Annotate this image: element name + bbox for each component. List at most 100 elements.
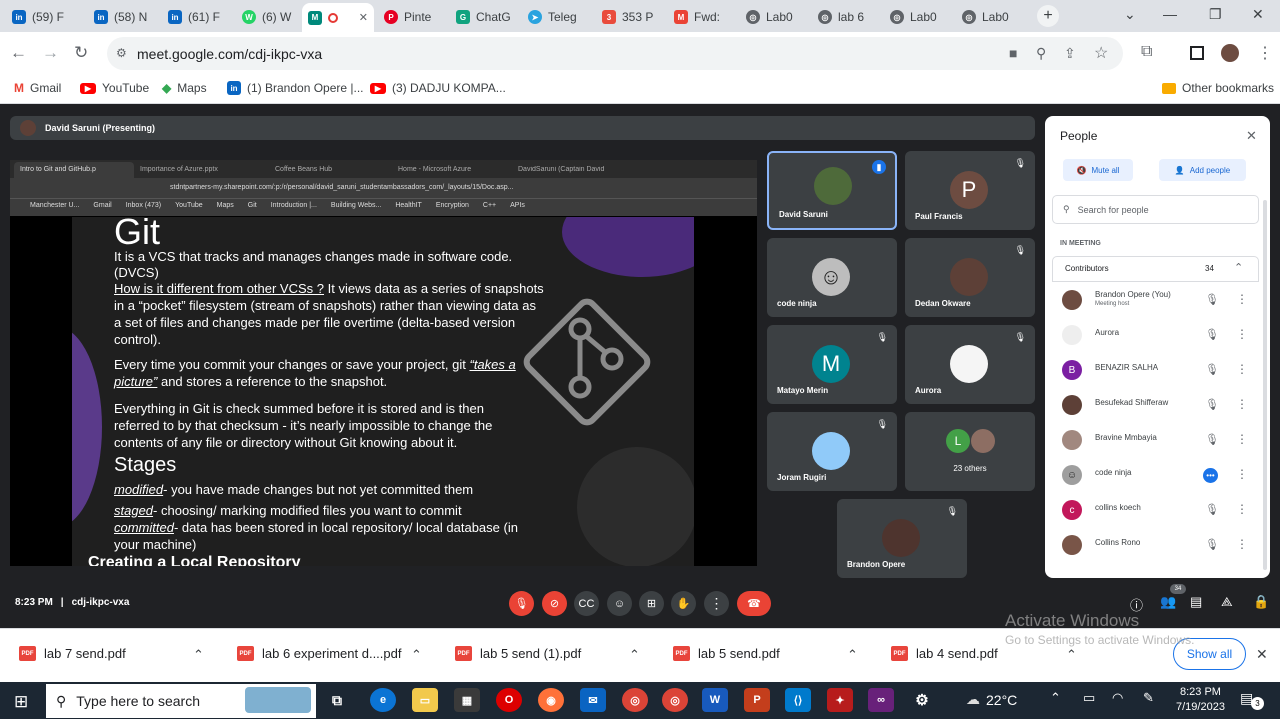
browser-tab[interactable]: P Pinte [378, 4, 450, 30]
edge-icon[interactable]: e [370, 688, 396, 712]
more-options-icon[interactable]: ⋮ [1236, 432, 1248, 446]
download-item[interactable]: PDF lab 4 send.pdf [891, 646, 998, 661]
opera-icon[interactable]: O [496, 688, 522, 712]
search-people-input[interactable]: ⚲ Search for people [1052, 195, 1259, 224]
participant-row[interactable]: B BENAZIR SALHA 🎙 ⋮ [1062, 355, 1252, 385]
browser-tab[interactable]: in (61) F [162, 4, 238, 30]
store-icon[interactable]: ▦ [454, 688, 480, 712]
mail-icon[interactable]: ✉ [580, 688, 606, 712]
tray-icon[interactable]: ▭ [1083, 690, 1095, 706]
participant-tile[interactable]: 🎙 Aurora [905, 325, 1035, 404]
camera-toggle-button[interactable]: ⊘ [542, 591, 567, 616]
participant-row[interactable]: Bravine Mmbayia 🎙 ⋮ [1062, 425, 1252, 455]
browser-tab[interactable]: W (6) W [236, 4, 304, 30]
participant-row[interactable]: c collins koech 🎙 ⋮ [1062, 495, 1252, 525]
more-options-icon[interactable]: ⋮ [1236, 502, 1248, 516]
extensions-icon[interactable]: ⧉ [1141, 43, 1152, 61]
download-item[interactable]: PDF lab 5 send (1).pdf [455, 646, 581, 661]
leave-call-button[interactable]: ☎ [737, 591, 771, 616]
participant-row[interactable]: ☺ code ninja ••• ⋮ [1062, 460, 1252, 490]
browser-tab[interactable]: 3 353 P [596, 4, 664, 30]
site-info-icon[interactable]: ⚙ [116, 46, 127, 60]
participant-row[interactable]: Aurora 🎙 ⋮ [1062, 320, 1252, 350]
participant-tile[interactable]: 🎙 Brandon Opere [837, 499, 967, 578]
weather-widget[interactable]: ☁ 22°C [966, 691, 1017, 708]
show-all-button[interactable]: Show all [1173, 638, 1246, 670]
close-tab-icon[interactable]: ✕ [359, 11, 368, 24]
bookmark-linkedin[interactable]: in (1) Brandon Opere |... [227, 81, 364, 95]
chevron-up-icon[interactable]: ⌃ [1050, 690, 1061, 706]
wifi-icon[interactable]: ◠ [1112, 690, 1123, 706]
other-bookmarks[interactable]: Other bookmarks [1162, 81, 1274, 95]
close-window-button[interactable]: ✕ [1252, 6, 1264, 23]
chrome-icon[interactable]: ◎ [662, 688, 688, 712]
forward-icon[interactable]: → [42, 43, 59, 63]
raise-hand-button[interactable]: ✋ [671, 591, 696, 616]
camera-icon[interactable]: ■ [1009, 45, 1017, 61]
chevron-up-icon[interactable]: ⌃ [629, 647, 640, 663]
chevron-up-icon[interactable]: ⌃ [411, 647, 422, 663]
download-item[interactable]: PDF lab 6 experiment d....pdf [237, 646, 401, 661]
url-text[interactable]: meet.google.com/cdj-ikpc-vxa [137, 46, 322, 62]
participant-row[interactable]: Besufekad Shifferaw 🎙 ⋮ [1062, 390, 1252, 420]
participant-tile[interactable]: ▮ David Saruni [767, 151, 897, 230]
present-button[interactable]: ⊞ [639, 591, 664, 616]
participant-row[interactable]: Brandon Opere (You) Meeting host 🎙 ⋮ [1062, 285, 1252, 315]
chevron-up-icon[interactable]: ⌃ [1066, 647, 1077, 663]
bookmark-youtube-2[interactable]: ▶ (3) DADJU KOMPA... [370, 81, 506, 95]
visual-studio-icon[interactable]: ∞ [868, 688, 894, 712]
browser-tab-active[interactable]: M ✕ [302, 3, 374, 32]
pen-icon[interactable]: ✎ [1143, 690, 1154, 706]
browser-tab[interactable]: ◎ lab 6 [812, 4, 882, 30]
participant-tile[interactable]: 🎙 Joram Rugiri [767, 412, 897, 491]
reload-icon[interactable]: ↻ [74, 43, 88, 63]
more-options-icon[interactable]: ⋮ [1236, 292, 1248, 306]
participant-tile[interactable]: ☺ code ninja [767, 238, 897, 317]
chevron-up-icon[interactable]: ⌃ [193, 647, 204, 663]
scrollbar[interactable] [1263, 200, 1267, 570]
task-view-icon[interactable]: ⧉ [324, 688, 350, 712]
menu-icon[interactable]: ⋮ [1257, 43, 1273, 63]
download-item[interactable]: PDF lab 7 send.pdf [19, 646, 126, 661]
browser-tab[interactable]: ◎ Lab0 [884, 4, 954, 30]
file-explorer-icon[interactable]: ▭ [412, 688, 438, 712]
firefox-icon[interactable]: ◉ [538, 688, 564, 712]
others-tile[interactable]: L 23 others [905, 412, 1035, 491]
info-icon[interactable]: ⓘ [1130, 595, 1143, 614]
participant-row[interactable]: Collins Rono 🎙 ⋮ [1062, 530, 1252, 560]
more-options-button[interactable]: ⋮ [704, 591, 729, 616]
browser-tab[interactable]: ◎ Lab0 [740, 4, 810, 30]
powerpoint-icon[interactable]: P [744, 688, 770, 712]
minimize-button[interactable]: — [1163, 6, 1177, 22]
bookmark-youtube[interactable]: ▶ YouTube [80, 81, 149, 95]
side-panel-icon[interactable] [1190, 46, 1204, 60]
bookmark-gmail[interactable]: M Gmail [14, 81, 61, 95]
browser-tab[interactable]: M Fwd: [668, 4, 734, 30]
close-icon[interactable]: ✕ [1256, 646, 1268, 663]
new-tab-button[interactable]: + [1037, 5, 1059, 27]
zoom-icon[interactable]: ⚲ [1036, 45, 1046, 62]
chevron-up-icon[interactable]: ⌃ [1234, 261, 1243, 274]
host-controls-icon[interactable]: 🔒 [1253, 594, 1269, 610]
activities-icon[interactable]: ⟁ [1221, 594, 1233, 610]
add-people-button[interactable]: 👤 Add people [1159, 159, 1246, 181]
browser-tab[interactable]: ➤ Teleg [522, 4, 592, 30]
more-options-icon[interactable]: ⋮ [1236, 362, 1248, 376]
more-options-icon[interactable]: ⋮ [1236, 397, 1248, 411]
participant-tile[interactable]: P 🎙 Paul Francis [905, 151, 1035, 230]
participant-tile[interactable]: M 🎙 Matayo Merin [767, 325, 897, 404]
chrome-icon[interactable]: ◎ [622, 688, 648, 712]
back-icon[interactable]: ← [10, 43, 27, 63]
browser-tab[interactable]: in (58) N [88, 4, 164, 30]
bookmark-star-icon[interactable]: ☆ [1094, 43, 1108, 63]
bookmark-maps[interactable]: ◆ Maps [162, 81, 207, 95]
more-options-icon[interactable]: ⋮ [1236, 537, 1248, 551]
more-options-icon[interactable]: ⋮ [1236, 327, 1248, 341]
browser-tab[interactable]: ◎ Lab0 [956, 4, 1026, 30]
chat-icon[interactable]: ▤ [1190, 594, 1202, 610]
mic-toggle-button[interactable]: 🎙 [509, 591, 534, 616]
captions-button[interactable]: CC [574, 591, 599, 616]
people-icon[interactable]: 👥 [1160, 594, 1176, 610]
close-icon[interactable]: ✕ [1246, 128, 1257, 144]
system-clock[interactable]: 8:23 PM 7/19/2023 [1176, 685, 1225, 715]
